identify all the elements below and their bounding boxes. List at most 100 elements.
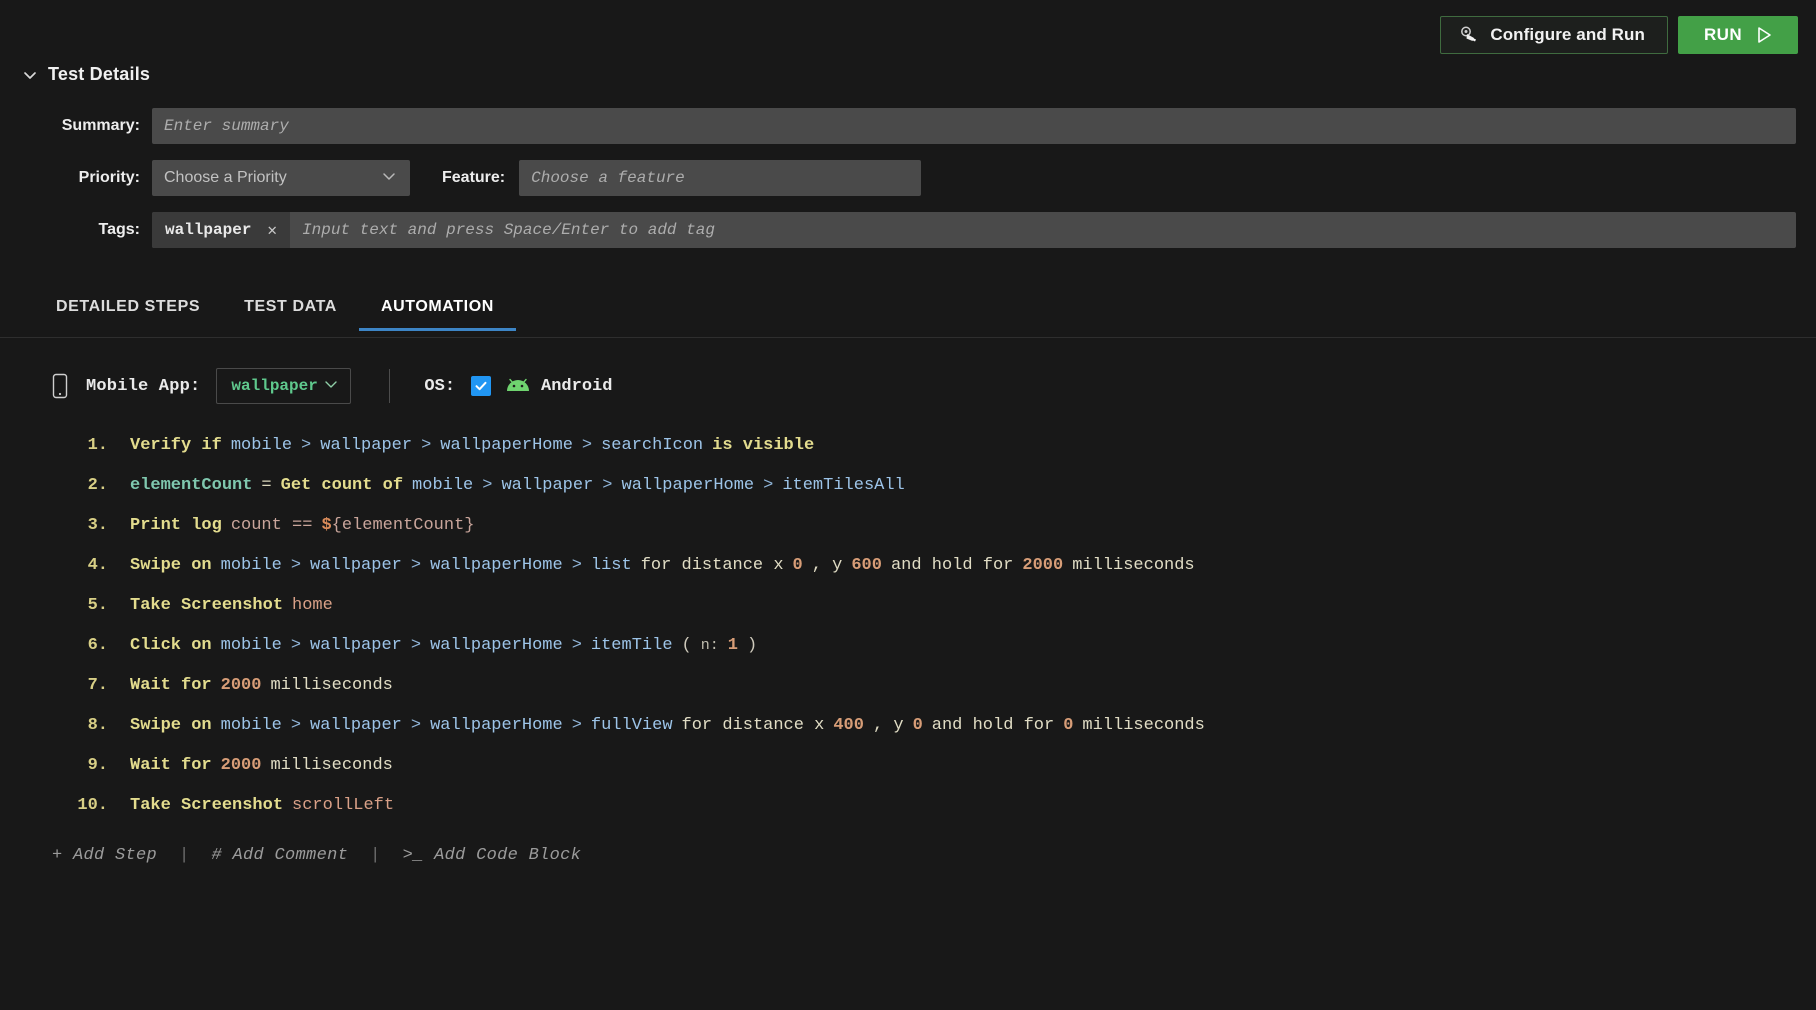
- tab-detailed-steps[interactable]: DETAILED STEPS: [34, 298, 222, 331]
- step-token-chev: >: [411, 716, 421, 735]
- step-token-eq: =: [261, 476, 271, 495]
- step-token-sel: fullView: [591, 716, 673, 735]
- step-token-sel: wallpaper: [320, 436, 412, 455]
- step-token-sel: mobile: [221, 636, 282, 655]
- tags-field[interactable]: wallpaper ✕ Input text and press Space/E…: [152, 212, 1796, 248]
- step-token-chev: >: [411, 636, 421, 655]
- step-token-chev: >: [482, 476, 492, 495]
- priority-feature-row: Priority: Choose a Priority Feature: Cho…: [0, 160, 1816, 196]
- step-token-paren: (: [682, 636, 692, 655]
- step-token-nsub: n:: [701, 637, 719, 654]
- step-token-num: 0: [1063, 716, 1073, 735]
- priority-selected-value: Choose a Priority: [164, 169, 287, 187]
- step-token-sel: wallpaper: [310, 636, 402, 655]
- app-chevron-down-icon: [323, 376, 339, 397]
- tab-automation[interactable]: AUTOMATION: [359, 298, 516, 331]
- step-token-num: 2000: [221, 676, 262, 695]
- configure-gear-icon: [1459, 25, 1479, 45]
- step-number: 4.: [62, 556, 108, 575]
- automation-step-row[interactable]: 1.Verify ifmobile>wallpaper>wallpaperHom…: [0, 436, 1816, 476]
- tab-test-data[interactable]: TEST DATA: [222, 298, 359, 331]
- step-token-str: scrollLeft: [292, 796, 394, 815]
- step-number: 8.: [62, 716, 108, 735]
- top-action-bar: Configure and Run RUN: [1440, 16, 1798, 54]
- step-token-num: 2000: [1022, 556, 1063, 575]
- step-number: 9.: [62, 756, 108, 775]
- config-divider: [389, 369, 390, 403]
- step-number: 1.: [62, 436, 108, 455]
- step-token-sel: wallpaper: [501, 476, 593, 495]
- step-number: 2.: [62, 476, 108, 495]
- tag-chip: wallpaper ✕: [152, 212, 290, 248]
- step-token-kw: Swipe on: [130, 716, 212, 735]
- mobile-app-select[interactable]: wallpaper: [216, 368, 351, 404]
- step-token-sel: wallpaper: [310, 716, 402, 735]
- step-token-txt: , y: [812, 556, 843, 575]
- automation-step-row[interactable]: 7. Wait for 2000 milliseconds: [0, 676, 1816, 716]
- step-token-kw: Wait for: [130, 676, 212, 695]
- step-token-tpl: count ==: [231, 516, 313, 535]
- step-token-sel: itemTilesAll: [782, 476, 904, 495]
- add-code-block-button[interactable]: >_ Add Code Block: [403, 846, 582, 865]
- step-token-chev: >: [602, 476, 612, 495]
- step-token-chev: >: [572, 636, 582, 655]
- android-icon: [505, 377, 531, 395]
- os-label: OS:: [424, 377, 455, 396]
- automation-step-row[interactable]: 2.elementCount=Get count ofmobile>wallpa…: [0, 476, 1816, 516]
- add-comment-button[interactable]: # Add Comment: [212, 846, 349, 865]
- summary-label: Summary:: [0, 117, 152, 135]
- automation-step-row[interactable]: 10.Take ScreenshotscrollLeft: [0, 796, 1816, 836]
- step-token-txt: and hold for: [891, 556, 1013, 575]
- step-number: 6.: [62, 636, 108, 655]
- step-number: 10.: [62, 796, 108, 815]
- summary-input[interactable]: Enter summary: [152, 108, 1796, 144]
- step-token-sel: mobile: [231, 436, 292, 455]
- step-token-chev: >: [582, 436, 592, 455]
- run-button[interactable]: RUN: [1678, 16, 1798, 54]
- step-token-chev: >: [572, 716, 582, 735]
- step-number: 7.: [62, 676, 108, 695]
- summary-row: Summary: Enter summary: [0, 108, 1816, 144]
- step-token-kw: Take Screenshot: [130, 596, 283, 615]
- play-icon: [1756, 26, 1772, 44]
- step-token-num: 400: [833, 716, 864, 735]
- automation-step-row[interactable]: 9.Wait for2000milliseconds: [0, 756, 1816, 796]
- tag-remove-icon[interactable]: ✕: [267, 220, 277, 240]
- automation-steps-list: 1. Verify if mobile > wallpaper > wallpaperHom…: [0, 436, 1816, 836]
- feature-label: Feature:: [410, 169, 519, 187]
- step-token-kw: Wait for: [130, 756, 212, 775]
- action-separator-2: |: [370, 846, 381, 865]
- tag-label: wallpaper: [165, 221, 251, 239]
- automation-step-row[interactable]: 8.Swipe onmobile>wallpaper>wallpaperHome…: [0, 716, 1816, 756]
- automation-step-row[interactable]: 4.Swipe onmobile>wallpaper>wallpaperHome…: [0, 556, 1816, 596]
- step-token-sel: searchIcon: [601, 436, 703, 455]
- os-android-checkbox[interactable]: [471, 376, 491, 396]
- priority-select[interactable]: Choose a Priority: [152, 160, 410, 196]
- automation-step-row[interactable]: 6.Click onmobile>wallpaper>wallpaperHome…: [0, 636, 1816, 676]
- step-token-txt: milliseconds: [270, 676, 392, 695]
- step-token-chev: >: [291, 716, 301, 735]
- step-token-num: 0: [913, 716, 923, 735]
- os-name: Android: [541, 377, 612, 396]
- tags-input[interactable]: Input text and press Space/Enter to add …: [290, 221, 1796, 239]
- step-token-kw: Verify if: [130, 436, 222, 455]
- step-token-num: 600: [851, 556, 882, 575]
- add-step-button[interactable]: + Add Step: [52, 846, 157, 865]
- tags-row: Tags: wallpaper ✕ Input text and press S…: [0, 212, 1816, 248]
- automation-step-row[interactable]: 5.Take Screenshothome: [0, 596, 1816, 636]
- step-token-sel: mobile: [412, 476, 473, 495]
- step-token-kw: Get count of: [281, 476, 403, 495]
- step-token-sel: wallpaperHome: [430, 716, 563, 735]
- test-details-section-header[interactable]: Test Details: [22, 64, 150, 85]
- step-token-txt: for distance x: [641, 556, 784, 575]
- step-token-txt: milliseconds: [270, 756, 392, 775]
- priority-label: Priority:: [0, 169, 152, 187]
- automation-step-row[interactable]: 3.Print logcount ==${elementCount}: [0, 516, 1816, 556]
- step-token-txt: milliseconds: [1082, 716, 1204, 735]
- feature-placeholder: Choose a feature: [531, 169, 685, 187]
- feature-input[interactable]: Choose a feature: [519, 160, 921, 196]
- step-token-txt: milliseconds: [1072, 556, 1194, 575]
- step-token-sel: itemTile: [591, 636, 673, 655]
- step-token-paren: ): [747, 636, 757, 655]
- configure-and-run-button[interactable]: Configure and Run: [1440, 16, 1668, 54]
